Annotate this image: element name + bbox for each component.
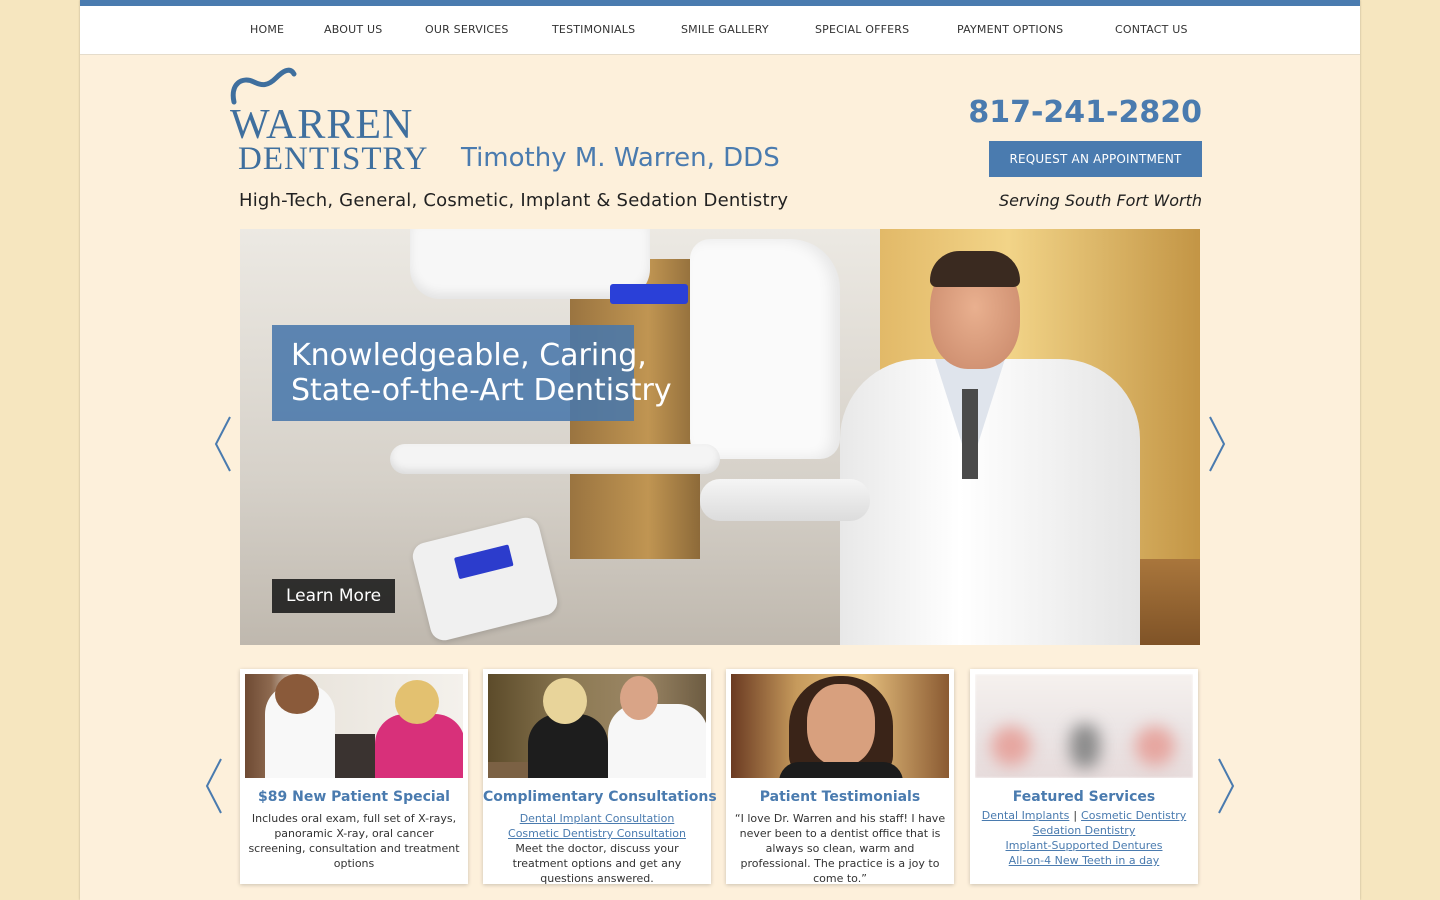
implant-supported-dentures-link[interactable]: Implant-Supported Dentures: [976, 838, 1192, 853]
hero-slider: Knowledgeable, Caring, State-of-the-Art …: [240, 229, 1200, 645]
all-on-4-link[interactable]: All-on-4 New Teeth in a day: [976, 853, 1192, 868]
dental-implants-link[interactable]: Dental Implants: [982, 809, 1070, 822]
card-body: Includes oral exam, full set of X-rays, …: [248, 812, 460, 870]
nav-testimonials[interactable]: TESTIMONIALS: [552, 23, 635, 36]
card-photo-blurred: [975, 674, 1193, 778]
logo-warren-text: WARREN: [230, 102, 414, 148]
card-body: Meet the doctor, discuss your treatment …: [512, 842, 682, 885]
card-title: Complimentary Consultations: [483, 789, 717, 805]
hero-caption: Knowledgeable, Caring, State-of-the-Art …: [272, 325, 672, 421]
card-new-patient-special[interactable]: $89 New Patient Special Includes oral ex…: [240, 669, 468, 884]
hero-caption-line1: Knowledgeable, Caring,: [291, 338, 647, 373]
chevron-right-icon: [1218, 758, 1235, 814]
card-consultations[interactable]: Complimentary Consultations Dental Impla…: [483, 669, 717, 886]
card-title: $89 New Patient Special: [258, 789, 450, 805]
hero-caption-line2: State-of-the-Art Dentistry: [291, 373, 672, 408]
learn-more-button[interactable]: Learn More: [272, 579, 395, 613]
serving-area: Serving South Fort Worth: [999, 191, 1202, 210]
card-photo-patient: [731, 674, 949, 778]
hero-next-arrow[interactable]: [1208, 415, 1226, 473]
sedation-dentistry-link[interactable]: Sedation Dentistry: [976, 823, 1192, 838]
nav-payment-options[interactable]: PAYMENT OPTIONS: [957, 23, 1063, 36]
phone-number[interactable]: 817-241-2820: [968, 95, 1202, 130]
card-title: Featured Services: [1012, 789, 1156, 805]
warren-dentistry-logo[interactable]: WARREN DENTISTRY: [228, 64, 438, 176]
cosmetic-dentistry-link[interactable]: Cosmetic Dentistry: [1081, 809, 1186, 822]
featured-services-links: Dental Implants | Cosmetic Dentistry Sedat…: [976, 808, 1192, 868]
doctor-name: Timothy M. Warren, DDS: [461, 143, 780, 173]
card-body-wrap: Dental Implant Consultation Cosmetic Den…: [489, 811, 705, 886]
nav-about-us[interactable]: ABOUT US: [324, 23, 382, 36]
request-appointment-button[interactable]: REQUEST AN APPOINTMENT: [989, 141, 1202, 177]
chevron-left-icon: [214, 416, 231, 472]
logo-dentistry-text: DENTISTRY: [238, 141, 429, 177]
page-container: HOME ABOUT US OUR SERVICES TESTIMONIALS …: [80, 0, 1360, 900]
card-testimonials[interactable]: Patient Testimonials “I love Dr. Warren …: [726, 669, 954, 885]
card-photo-front-desk: [245, 674, 463, 778]
cards-prev-arrow[interactable]: [205, 757, 223, 815]
links-row: Dental Implants | Cosmetic Dentistry: [976, 808, 1192, 823]
practice-tagline: High-Tech, General, Cosmetic, Implant & …: [239, 190, 789, 211]
chevron-left-icon: [205, 758, 222, 814]
nav-home[interactable]: HOME: [250, 23, 284, 36]
card-body: “I love Dr. Warren and his staff! I have…: [734, 812, 946, 885]
nav-contact-us[interactable]: CONTACT US: [1115, 23, 1188, 36]
cosmetic-dentistry-consultation-link[interactable]: Cosmetic Dentistry Consultation: [489, 826, 705, 841]
link-separator: |: [1073, 809, 1078, 822]
hero-prev-arrow[interactable]: [214, 415, 232, 473]
chevron-right-icon: [1209, 416, 1226, 472]
card-title: Patient Testimonials: [759, 789, 921, 805]
main-nav: HOME ABOUT US OUR SERVICES TESTIMONIALS …: [80, 6, 1360, 55]
card-featured-services[interactable]: Featured Services Dental Implants | Cosmet…: [970, 669, 1198, 884]
nav-our-services[interactable]: OUR SERVICES: [425, 23, 509, 36]
card-photo-consultation: [488, 674, 706, 778]
nav-smile-gallery[interactable]: SMILE GALLERY: [681, 23, 769, 36]
nav-special-offers[interactable]: SPECIAL OFFERS: [815, 23, 909, 36]
cards-next-arrow[interactable]: [1217, 757, 1235, 815]
dental-implant-consultation-link[interactable]: Dental Implant Consultation: [489, 811, 705, 826]
